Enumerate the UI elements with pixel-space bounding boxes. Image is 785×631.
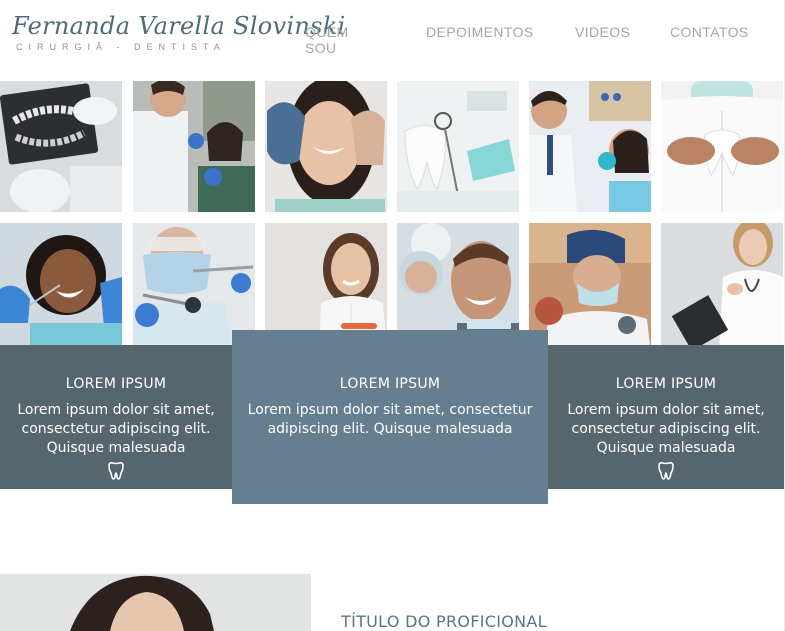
dentist-examining-patient-photo[interactable] xyxy=(529,81,651,212)
feature-title: LOREM IPSUM xyxy=(339,376,441,392)
doctor-with-clipboard-photo[interactable] xyxy=(661,223,783,354)
feature-text: Lorem ipsum dolor sit amet, consectetur … xyxy=(247,402,533,437)
feature-text: Lorem ipsum dolor sit amet, consectetur … xyxy=(567,402,765,456)
laughing-patient-photo[interactable] xyxy=(0,223,122,354)
profile-title: TÍTULO DO PROFICIONAL xyxy=(341,612,547,631)
dental-xray-photo[interactable] xyxy=(0,81,122,212)
doctor-holding-tooth-model-photo[interactable] xyxy=(661,81,783,212)
smiling-woman-heart-hands-photo[interactable] xyxy=(265,81,387,212)
feature-text: Lorem ipsum dolor sit amet, consectetur … xyxy=(17,402,215,456)
feature-box-3: LOREM IPSUM Lorem ipsum dolor sit amet, … xyxy=(548,345,784,489)
dentist-with-patient-photo[interactable] xyxy=(133,81,255,212)
logo[interactable]: Fernanda Varella Slovinski CIRURGIÃ - DE… xyxy=(12,12,346,52)
logo-name: Fernanda Varella Slovinski xyxy=(12,12,346,40)
tooth-icon xyxy=(658,462,674,480)
feature-box-1: LOREM IPSUM Lorem ipsum dolor sit amet, … xyxy=(0,345,232,489)
feature-title: LOREM IPSUM xyxy=(615,376,717,392)
feature-box-2: LOREM IPSUM Lorem ipsum dolor sit amet, … xyxy=(232,330,548,504)
nav-quem-sou[interactable]: QUEM SOU xyxy=(305,24,349,56)
site-header: Fernanda Varella Slovinski CIRURGIÃ - DE… xyxy=(0,0,785,75)
nav-videos[interactable]: VIDEOS xyxy=(575,24,630,40)
logo-subtitle: CIRURGIÃ - DENTISTA xyxy=(16,42,226,52)
nav-contatos[interactable]: CONTATOS xyxy=(670,24,749,40)
tooth-model-and-mirror-photo[interactable] xyxy=(397,81,519,212)
feature-title: LOREM IPSUM xyxy=(65,376,167,392)
profile-photo xyxy=(0,574,311,631)
tooth-icon xyxy=(108,462,124,480)
nav-depoimentos[interactable]: DEPOIMENTOS xyxy=(426,24,534,40)
